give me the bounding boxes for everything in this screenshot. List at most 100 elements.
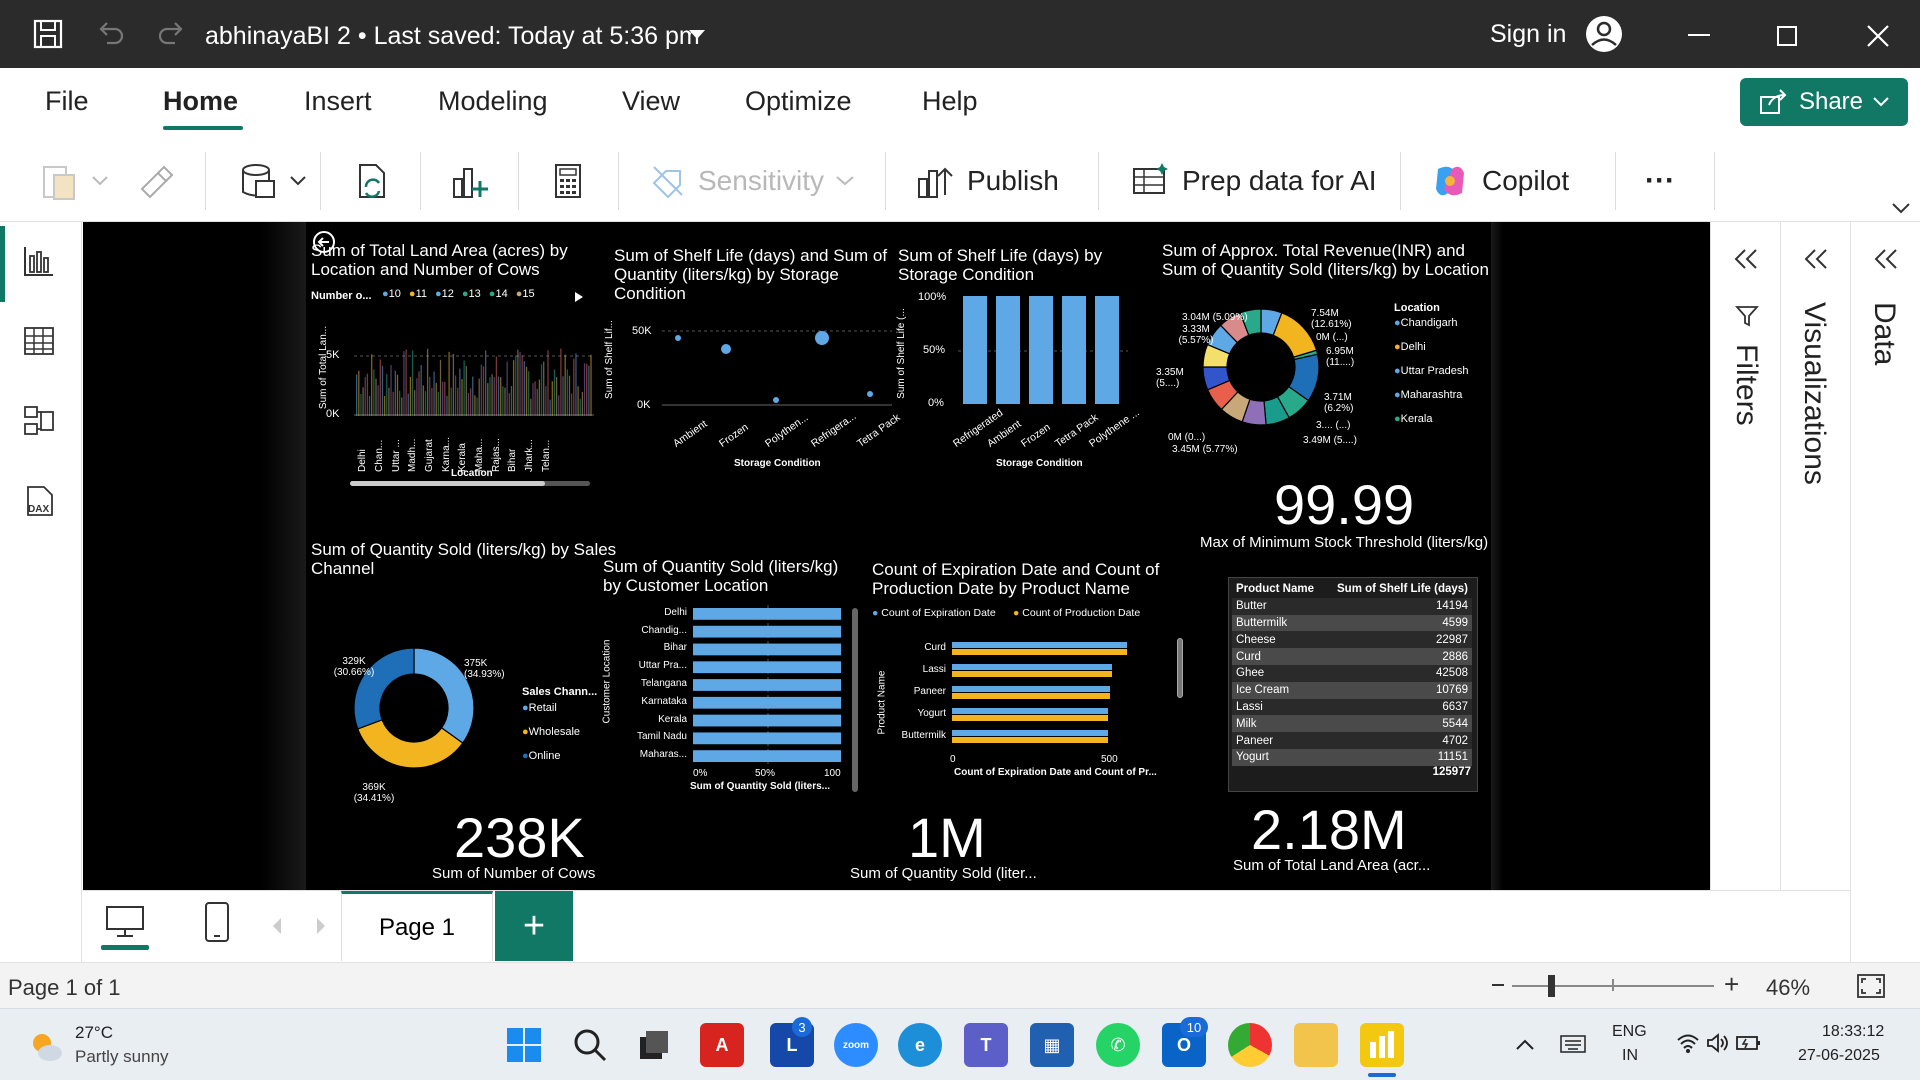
collapse-ribbon-icon[interactable] [1892, 202, 1910, 220]
volume-icon[interactable] [1706, 1033, 1730, 1058]
table-view-icon[interactable] [22, 324, 62, 364]
maximize-icon[interactable] [1777, 26, 1797, 46]
tab-help[interactable]: Help [922, 86, 978, 117]
tab-view[interactable]: View [622, 86, 680, 117]
sign-in-link[interactable]: Sign in [1490, 20, 1566, 49]
kpi-cows-card[interactable]: 238K Sum of Number of Cows [406, 805, 646, 890]
dax-query-view-icon[interactable]: DAX [22, 484, 62, 524]
power-bi-icon[interactable] [1360, 1023, 1404, 1067]
table-row[interactable]: Paneer 4702 [1232, 732, 1472, 749]
whatsapp-icon[interactable]: ✆ [1096, 1023, 1140, 1067]
save-icon[interactable] [30, 16, 66, 52]
revenue-donut-chart[interactable]: Sum of Approx. Total Revenue(INR) and Su… [1156, 222, 1491, 462]
language-indicator[interactable]: ENG [1612, 1023, 1647, 1041]
table-row[interactable]: Buttermilk 4599 [1232, 614, 1472, 632]
new-measure-button[interactable] [548, 160, 588, 202]
vertical-scrollbar[interactable] [1177, 638, 1183, 698]
store-icon[interactable]: ▦ [1030, 1023, 1074, 1067]
desktop-layout-icon[interactable] [101, 905, 149, 950]
task-view-icon[interactable] [638, 1029, 670, 1066]
shelf-storage-chart[interactable]: Sum of Shelf Life (days) by Storage Cond… [896, 222, 1146, 492]
legend-next-icon[interactable] [574, 290, 584, 308]
next-page-icon[interactable] [315, 917, 327, 940]
table-row[interactable]: Lassi 6637 [1232, 698, 1472, 716]
model-view-icon[interactable] [22, 404, 62, 444]
edge-icon[interactable]: e [898, 1023, 942, 1067]
new-visual-button[interactable] [450, 160, 490, 202]
search-icon[interactable] [572, 1027, 608, 1068]
qty-location-chart[interactable]: Sum of Quantity Sold (liters/kg) by Cust… [601, 552, 861, 822]
table-row[interactable]: Cheese 22987 [1232, 631, 1472, 649]
horizontal-scrollbar[interactable] [350, 481, 590, 486]
report-page[interactable]: Sum of Total Land Area (acres) by Locati… [306, 222, 1491, 890]
visualizations-pane[interactable]: Visualizations [1780, 222, 1850, 890]
tab-optimize[interactable]: Optimize [745, 86, 852, 117]
kpi-land-card[interactable]: 2.18M Sum of Total Land Area (acr... [1211, 797, 1481, 882]
minimize-icon[interactable] [1688, 34, 1710, 36]
add-page-button[interactable]: + [495, 891, 573, 961]
tab-home[interactable]: Home [163, 86, 238, 117]
report-view-icon[interactable] [22, 244, 62, 284]
kpi-qty-card[interactable]: 1M Sum of Quantity Sold (liter... [844, 805, 1084, 890]
account-icon[interactable] [1584, 14, 1624, 59]
table-row[interactable]: Yogurt 11151 [1232, 748, 1472, 766]
zoom-in-button[interactable]: + [1724, 969, 1739, 1000]
chrome-icon[interactable] [1228, 1023, 1272, 1067]
copilot-button[interactable]: Copilot [1430, 160, 1569, 202]
tab-modeling[interactable]: Modeling [438, 86, 548, 117]
prep-data-button[interactable]: Prep data for AI [1130, 160, 1377, 202]
expand-pane-icon[interactable] [1873, 248, 1899, 275]
prev-page-icon[interactable] [271, 917, 283, 940]
more-options-button[interactable]: ··· [1645, 160, 1675, 202]
expand-pane-icon[interactable] [1733, 248, 1759, 275]
page-tab-1[interactable]: Page 1 [341, 891, 493, 961]
close-icon[interactable] [1866, 24, 1890, 53]
undo-icon[interactable] [92, 16, 128, 52]
redo-icon[interactable] [154, 16, 190, 52]
battery-icon[interactable] [1736, 1033, 1762, 1058]
product-shelf-table[interactable]: Product Name Sum of Shelf Life (days) Bu… [1228, 577, 1478, 792]
wifi-icon[interactable] [1676, 1033, 1700, 1058]
clock-time[interactable]: 18:33:12 [1822, 1023, 1884, 1041]
teams-icon[interactable]: T [964, 1023, 1008, 1067]
get-data-button[interactable] [238, 160, 306, 202]
table-row[interactable]: Milk 5544 [1232, 715, 1472, 733]
format-painter-button[interactable] [136, 160, 176, 202]
tab-insert[interactable]: Insert [304, 86, 372, 117]
column-header[interactable]: Sum of Shelf Life (days) [1324, 581, 1472, 598]
land-area-chart[interactable]: Sum of Total Land Area (acres) by Locati… [306, 222, 606, 492]
shelf-qty-chart[interactable]: Sum of Shelf Life (days) and Sum of Quan… [604, 222, 903, 492]
weather-icon[interactable] [28, 1029, 64, 1070]
fit-to-page-icon[interactable] [1856, 973, 1886, 1004]
table-row[interactable]: Ghee 42508 [1232, 664, 1472, 682]
share-button[interactable]: Share [1740, 78, 1908, 126]
column-header[interactable]: Product Name [1232, 581, 1324, 598]
table-row[interactable]: Curd 2886 [1232, 648, 1472, 665]
zoom-slider-thumb[interactable] [1548, 975, 1555, 997]
windows-start-icon[interactable] [506, 1027, 542, 1068]
x-tick: Gujarat [424, 439, 435, 472]
paste-button[interactable] [40, 160, 108, 202]
tab-file[interactable]: File [45, 86, 89, 117]
sales-channel-chart[interactable]: Sum of Quantity Sold (liters/kg) by Sale… [306, 532, 616, 812]
file-explorer-icon[interactable] [1294, 1023, 1338, 1067]
expiration-chart[interactable]: Count of Expiration Date and Count of Pr… [866, 552, 1186, 812]
refresh-button[interactable] [352, 160, 392, 202]
zoom-app-icon[interactable]: zoom [834, 1023, 878, 1067]
publish-button[interactable]: Publish [915, 160, 1059, 202]
acrobat-icon[interactable]: A [700, 1023, 744, 1067]
kpi-stock-card[interactable]: 99.99 Max of Minimum Stock Threshold (li… [1156, 472, 1491, 552]
keyboard-icon[interactable] [1560, 1035, 1586, 1058]
filters-pane[interactable]: Filters [1710, 222, 1780, 890]
sensitivity-button[interactable]: Sensitivity [650, 160, 854, 202]
zoom-out-button[interactable] [1492, 984, 1504, 986]
vertical-scrollbar[interactable] [852, 608, 858, 792]
expand-pane-icon[interactable] [1803, 248, 1829, 275]
chevron-up-icon[interactable] [1516, 1037, 1534, 1055]
data-pane[interactable]: Data [1850, 222, 1920, 962]
table-row[interactable]: Butter 14194 [1232, 597, 1472, 615]
legend-label: Wholesale [528, 726, 581, 738]
table-row[interactable]: Ice Cream 10769 [1232, 681, 1472, 699]
title-dropdown-icon[interactable] [688, 28, 706, 46]
mobile-layout-icon[interactable] [203, 901, 231, 948]
